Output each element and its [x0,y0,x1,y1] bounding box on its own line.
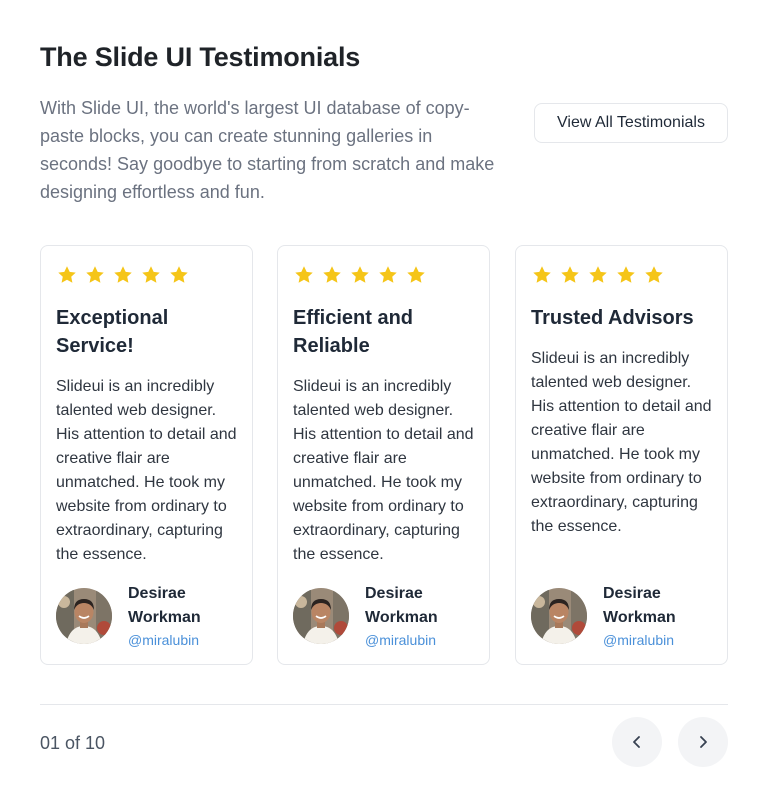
author-name: Desirae Workman [128,585,201,626]
author-handle[interactable]: @miralubin [365,630,455,650]
avatar [56,588,112,644]
testimonial-author: Desirae Workman @miralubin [56,582,218,650]
avatar [293,588,349,644]
star-icon [407,266,425,283]
testimonials-section: The Slide UI Testimonials With Slide UI,… [0,0,768,807]
avatar [531,588,587,644]
testimonial-title: Trusted Advisors [531,307,694,329]
star-icon [617,266,635,283]
star-icon [533,266,551,283]
star-icon [645,266,663,283]
star-icon [323,266,341,283]
view-all-testimonials-button[interactable]: View All Testimonials [534,103,728,143]
testimonial-card: Exceptional Service! Slideui is an incre… [40,245,253,665]
star-rating [293,263,474,287]
star-icon [86,266,104,283]
author-handle[interactable]: @miralubin [128,630,218,650]
author-name: Desirae Workman [603,585,676,626]
page-counter: 01 of 10 [40,733,106,753]
star-icon [351,266,369,283]
star-icon [561,266,579,283]
previous-button[interactable] [612,717,662,767]
divider [40,704,728,705]
chevron-left-icon [633,736,640,748]
star-icon [58,266,76,283]
star-icon [114,266,132,283]
star-icon [379,266,397,283]
testimonial-title: Efficient and Reliable [293,307,414,357]
testimonial-body: Slideui is an incredibly talented web de… [56,378,237,563]
testimonial-body: Slideui is an incredibly talented web de… [293,378,474,563]
next-button[interactable] [678,717,728,767]
testimonial-author: Desirae Workman @miralubin [293,582,455,650]
intro-text: With Slide UI, the world's largest UI da… [40,98,495,202]
star-icon [142,266,160,283]
star-icon [295,266,313,283]
testimonial-cards: Exceptional Service! Slideui is an incre… [40,245,728,665]
testimonial-author: Desirae Workman @miralubin [531,582,693,650]
page-title: The Slide UI Testimonials [40,42,361,72]
testimonial-body: Slideui is an incredibly talented web de… [531,350,712,535]
chevron-right-icon [700,736,707,748]
testimonial-card: Trusted Advisors Slideui is an incredibl… [515,245,728,665]
testimonial-title: Exceptional Service! [56,307,169,357]
star-rating [56,263,237,287]
star-icon [589,266,607,283]
star-icon [170,266,188,283]
author-handle[interactable]: @miralubin [603,630,693,650]
star-rating [531,263,712,287]
author-name: Desirae Workman [365,585,438,626]
testimonial-card: Efficient and Reliable Slideui is an inc… [277,245,490,665]
